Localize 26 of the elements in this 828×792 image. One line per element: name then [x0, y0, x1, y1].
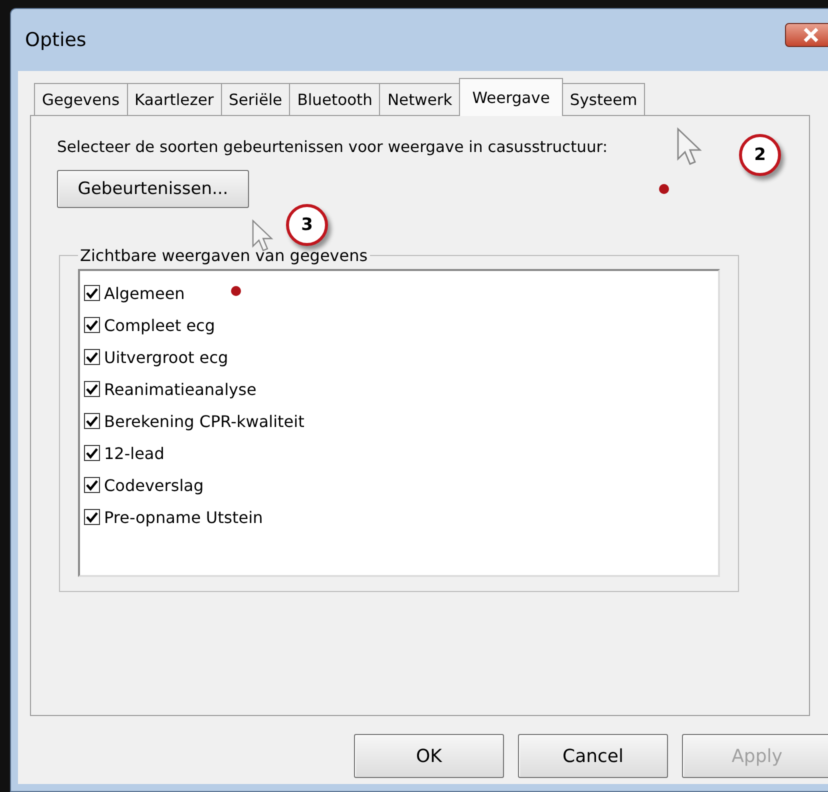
checkbox[interactable]: [84, 445, 100, 461]
checkbox[interactable]: [84, 413, 100, 429]
checkbox[interactable]: [84, 285, 100, 301]
instruction-text: Selecteer de soorten gebeurtenissen voor weergave in casusstructuur:: [57, 138, 608, 156]
checkbox[interactable]: [84, 477, 100, 493]
window-title: Opties: [25, 29, 86, 51]
checkbox-label: 12-lead: [104, 444, 164, 462]
checkbox-label: Uitvergroot ecg: [104, 348, 228, 366]
tab[interactable]: Systeem: [562, 83, 646, 115]
checkbox-label: Algemeen: [104, 284, 185, 302]
checkbox[interactable]: [84, 509, 100, 525]
checkbox-label: Pre-opname Utstein: [104, 508, 263, 526]
events-button[interactable]: Gebeurtenissen...: [57, 170, 249, 208]
checkbox[interactable]: [84, 317, 100, 333]
group-legend: Zichtbare weergaven van gegevens: [78, 246, 370, 265]
checkbox[interactable]: [84, 349, 100, 365]
dialog-button[interactable]: Cancel: [518, 734, 668, 778]
tab[interactable]: Gegevens: [34, 83, 128, 115]
dialog-button[interactable]: OK: [354, 734, 504, 778]
checkbox-label: Compleet ecg: [104, 316, 215, 334]
tab[interactable]: Weergave: [459, 78, 563, 116]
checkbox-label: Codeverslag: [104, 476, 204, 494]
close-button[interactable]: [785, 23, 828, 47]
checkbox-label: Berekening CPR-kwaliteit: [104, 412, 304, 430]
checkbox[interactable]: [84, 381, 100, 397]
checkbox-label: Reanimatieanalyse: [104, 380, 256, 398]
